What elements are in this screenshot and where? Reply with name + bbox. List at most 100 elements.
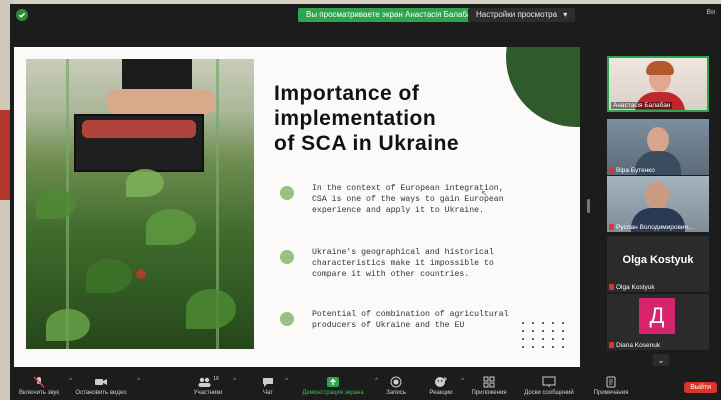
caret-up-icon[interactable]: ^ [461, 378, 464, 384]
slide-title-line: Importance of [274, 82, 420, 105]
participant-label: Руслан Володимирович... [609, 224, 693, 231]
whiteboard-button[interactable]: Доски сообщений [520, 376, 578, 396]
participant-label: Diana Kosenuk [609, 342, 660, 349]
chat-button[interactable]: Чат ^ [256, 376, 288, 396]
toolbar-label: Приложения [471, 390, 507, 396]
toolbar-label: Включить звук [18, 390, 59, 396]
share-screen-icon [296, 376, 370, 388]
toolbar-label: Доски сообщений [524, 390, 574, 396]
participants-count: 18 [213, 376, 219, 382]
record-button[interactable]: Запись [382, 376, 410, 396]
decorative-dot [542, 330, 544, 332]
greenhouse-photo [26, 59, 254, 349]
participant-hair [646, 61, 674, 75]
mic-muted-icon [609, 224, 614, 230]
stop-video-button[interactable]: Остановить видео ^ [70, 376, 140, 396]
panel-resize-handle[interactable] [587, 199, 590, 213]
toolbar-label: Демонстрация экрана [302, 390, 364, 396]
whiteboard-icon [520, 376, 578, 388]
decorative-dot [532, 330, 534, 332]
notes-icon [590, 376, 632, 388]
participant-big-name: Olga Kostyuk [622, 254, 694, 266]
view-settings-button[interactable]: Настройки просмотра ▾ [468, 8, 576, 22]
slide-title-line: of SCA in Ukraine [274, 132, 460, 155]
mic-muted-icon [609, 284, 614, 290]
decorative-dot [552, 330, 554, 332]
participant-tile[interactable]: Olga Kostyuk Olga Kostyuk [607, 236, 709, 292]
photo-arms [106, 89, 216, 115]
toolbar-label: Примечания [593, 390, 629, 396]
decorative-dot [562, 330, 564, 332]
shared-slide: Importance of implementation of SCA in U… [14, 47, 580, 367]
toolbar-label: Реакции [429, 390, 453, 396]
decorative-dot [552, 346, 554, 348]
chevron-down-icon: ▾ [563, 10, 568, 19]
decorative-dot [562, 346, 564, 348]
view-toggle-label[interactable]: Ви [706, 9, 715, 16]
participant-tile[interactable]: Руслан Володимирович... [607, 176, 709, 232]
reactions-icon [426, 376, 456, 388]
decorative-dot [562, 322, 564, 324]
decorative-dot [542, 346, 544, 348]
bullet-text: Ukraine's geographical and historical ch… [312, 248, 494, 279]
apps-icon [468, 376, 510, 388]
decorative-dot [532, 322, 534, 324]
decorative-dot [552, 338, 554, 340]
participant-face [645, 182, 669, 210]
toolbar-label: Остановить видео [75, 390, 127, 396]
chevron-down-icon[interactable]: ⌄ [653, 354, 669, 366]
decorative-dot [542, 322, 544, 324]
security-shield-icon[interactable] [16, 9, 28, 21]
participant-avatar: Д [639, 298, 675, 334]
decorative-dots [522, 322, 570, 352]
unmute-button[interactable]: Включить звук ^ [14, 376, 72, 396]
bullet-dot [280, 312, 294, 326]
caret-up-icon[interactable]: ^ [137, 378, 140, 384]
mouse-cursor-icon: ↖ [481, 189, 488, 198]
decorative-dot [562, 338, 564, 340]
mic-muted-icon [609, 342, 614, 348]
participant-name: Diana Kosenuk [616, 342, 661, 349]
share-screen-button[interactable]: Демонстрация экрана ^ [296, 376, 378, 396]
bullet-dot [280, 250, 294, 264]
toolbar-label: Участники [193, 390, 223, 396]
reactions-button[interactable]: Реакции ^ [426, 376, 464, 396]
decorative-dot [522, 346, 524, 348]
photo-leaf [86, 259, 132, 293]
decorative-dot [532, 346, 534, 348]
participant-tile[interactable]: Анастасія Балабан [607, 56, 709, 112]
photo-leaf [46, 309, 90, 341]
photo-peppers [82, 120, 196, 138]
decorative-dot [542, 338, 544, 340]
bullet-dot [280, 186, 294, 200]
slide-title-line: implementation [274, 107, 437, 130]
caret-up-icon[interactable]: ^ [375, 378, 378, 384]
photo-leaf [36, 189, 76, 219]
view-settings-label: Настройки просмотра [476, 10, 558, 19]
leave-button[interactable]: Выйти [684, 382, 717, 393]
viewing-screen-banner: Вы просматриваете экран Анастасія Балаба… [298, 8, 484, 22]
decorative-dot [522, 330, 524, 332]
decorative-dot [522, 322, 524, 324]
decorative-dot [522, 338, 524, 340]
toolbar-label: Запись [386, 390, 406, 396]
participant-name: Віра Бутенко [616, 167, 655, 174]
participants-button[interactable]: 18 Участники ^ [188, 376, 236, 396]
slide-title: Importance of implementation of SCA in U… [274, 81, 554, 156]
participant-tile[interactable]: Д Diana Kosenuk [607, 294, 709, 350]
photo-leaf [186, 289, 236, 329]
caret-up-icon[interactable]: ^ [233, 378, 236, 384]
participant-face [647, 127, 669, 153]
bullet-text: Potential of combination of agricultural… [312, 310, 509, 330]
participant-name: Руслан Володимирович... [616, 224, 694, 231]
participant-label: Olga Kostyuk [609, 284, 655, 291]
participant-name: Olga Kostyuk [616, 284, 655, 291]
notes-button[interactable]: Примечания [590, 376, 632, 396]
top-bar: Вы просматриваете экран Анастасія Балаба… [10, 4, 721, 26]
caret-up-icon[interactable]: ^ [285, 378, 288, 384]
photo-crate [74, 114, 204, 172]
apps-button[interactable]: Приложения [468, 376, 510, 396]
chat-icon [256, 376, 280, 388]
participant-tile[interactable]: Віра Бутенко [607, 119, 709, 175]
photo-pepper [136, 269, 146, 279]
